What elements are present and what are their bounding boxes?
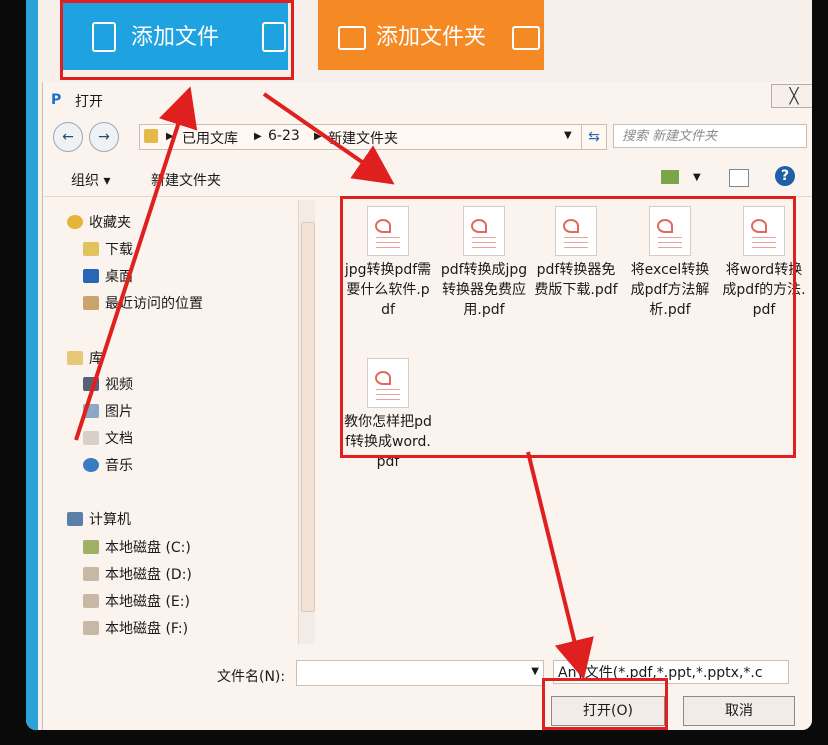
annotation-arrow: [262, 92, 395, 185]
annotation-arrow: [74, 86, 198, 441]
screenshot-frame: 添加文件 添加文件夹 P 打开 ╳ ← → ▶ 已用文库 ▶ 6-23 ▶ 新建…: [26, 0, 812, 730]
annotation-arrow: [526, 451, 594, 680]
annotation-arrows: [74, 86, 594, 680]
